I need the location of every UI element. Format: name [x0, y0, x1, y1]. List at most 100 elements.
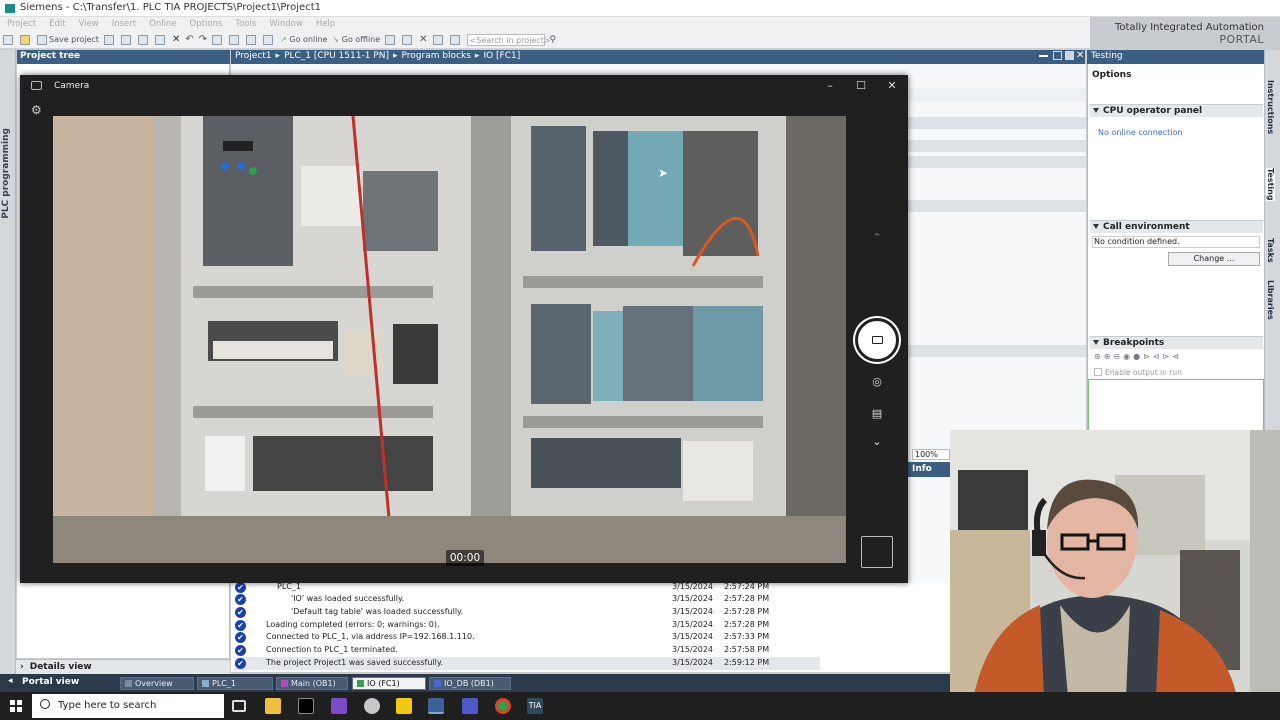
download-button[interactable]	[229, 34, 241, 46]
message-row[interactable]: ✔ Loading completed (errors: 0; warnings:…	[235, 619, 820, 632]
menu-online[interactable]: Online	[149, 19, 176, 29]
libraries-tab[interactable]: Libraries	[1266, 280, 1275, 320]
copy-button[interactable]	[137, 34, 150, 46]
toolbar: Save project ✕ ↶ ↷ ↗ Go online ↘ Go offline ✕ <…	[0, 32, 1090, 49]
call-environment-section[interactable]: Call environment	[1090, 220, 1263, 233]
plc-programming-tab[interactable]: PLC programming	[1, 128, 11, 219]
enable-output-checkbox[interactable]: Enable output in run	[1094, 368, 1182, 377]
task-view-icon[interactable]	[232, 700, 246, 712]
simulation-button[interactable]	[263, 34, 275, 46]
file-explorer-icon[interactable]	[265, 698, 281, 714]
camera-minimize-button[interactable]: –	[818, 78, 842, 94]
close-view-button[interactable]: ✕	[419, 34, 427, 46]
float-editor-button[interactable]	[1053, 51, 1062, 60]
search-in-project-input[interactable]: <Search in project>	[466, 34, 551, 46]
tab-io-fc1[interactable]: IO (FC1)	[352, 677, 426, 690]
message-row-selected[interactable]: ✔ The project Project1 was saved successf…	[235, 657, 820, 670]
ob-block-icon	[281, 680, 288, 687]
save-project-button[interactable]: Save project	[37, 34, 99, 46]
details-view-header[interactable]: › Details view	[16, 659, 230, 674]
download-icon	[229, 34, 240, 45]
photo-mode-icon[interactable]: ◎	[870, 375, 884, 388]
maximize-editor-button[interactable]	[1065, 51, 1074, 60]
chrome-icon[interactable]	[495, 698, 511, 714]
undo-button[interactable]: ↶	[185, 34, 193, 46]
breakpoints-section[interactable]: Breakpoints	[1090, 336, 1263, 349]
mode-up-arrow-icon[interactable]: ⌃	[870, 231, 884, 244]
message-row[interactable]: ✔ 'Default tag table' was loaded successf…	[235, 606, 820, 619]
right-task-tabs: Instructions Testing Tasks Libraries	[1264, 50, 1280, 430]
zoom-level[interactable]: 100%	[912, 449, 950, 460]
tab-overview[interactable]: Overview	[120, 677, 194, 690]
editor-row	[908, 156, 1086, 168]
menu-insert[interactable]: Insert	[112, 19, 136, 29]
info-tab[interactable]: Info	[908, 462, 950, 477]
app-icon[interactable]	[364, 698, 380, 714]
taskbar-search-input[interactable]: Type here to search	[32, 694, 224, 718]
windows-start-button[interactable]	[10, 700, 22, 712]
menu-help[interactable]: Help	[316, 19, 335, 29]
checkbox-icon	[1094, 368, 1102, 376]
redo-button[interactable]: ↷	[199, 34, 207, 46]
accessible-devices-button[interactable]	[385, 34, 397, 46]
tasks-tab[interactable]: Tasks	[1266, 238, 1275, 263]
camera-maximize-button[interactable]: ☐	[849, 78, 873, 94]
breadcrumb-project[interactable]: Project1	[235, 51, 272, 61]
close-editor-icon[interactable]: ✕	[1076, 50, 1084, 61]
new-project-button[interactable]	[3, 34, 15, 46]
cut-button[interactable]	[120, 34, 133, 46]
terminal-icon[interactable]	[298, 698, 314, 714]
compile-button[interactable]	[212, 34, 224, 46]
tia-portal-icon[interactable]: TIA	[527, 698, 543, 714]
message-date: 3/15/2024	[672, 607, 714, 616]
paste-button[interactable]	[154, 34, 167, 46]
window-titlebar: Siemens - C:\Transfer\1. PLC TIA PROJECT…	[0, 0, 1280, 17]
breadcrumb-program-blocks[interactable]: Program blocks	[402, 51, 471, 61]
settings-gear-icon[interactable]: ⚙	[31, 103, 42, 117]
menu-edit[interactable]: Edit	[49, 19, 65, 29]
breadcrumb-plc[interactable]: PLC_1 [CPU 1511-1 PN]	[284, 51, 389, 61]
instructions-tab[interactable]: Instructions	[1266, 80, 1275, 134]
minimize-editor-button[interactable]	[1039, 51, 1048, 57]
message-row[interactable]: ✔ Connection to PLC_1 terminated. 3/15/202…	[235, 644, 820, 657]
tab-plc1[interactable]: PLC_1	[197, 677, 273, 690]
testing-tab[interactable]: Testing	[1266, 168, 1275, 201]
search-go-button[interactable]: ⚲	[550, 34, 557, 46]
upload-button[interactable]	[246, 34, 258, 46]
change-call-environment-button[interactable]: Change ...	[1168, 252, 1260, 266]
mode-down-arrow-icon[interactable]: ⌄	[870, 435, 884, 448]
open-project-button[interactable]	[20, 34, 32, 46]
message-row[interactable]: ✔ 'IO' was loaded successfully. 3/15/2024 2…	[235, 593, 820, 606]
menu-tools[interactable]: Tools	[235, 19, 256, 29]
power-bi-icon[interactable]	[396, 698, 412, 714]
tab-io-db1[interactable]: IO_DB (DB1)	[429, 677, 511, 690]
menu-project[interactable]: Project	[7, 19, 36, 29]
go-online-button[interactable]: ↗ Go online	[280, 34, 327, 46]
mouse-cursor-icon: ➤	[658, 166, 669, 180]
menu-options[interactable]: Options	[190, 19, 223, 29]
tab-main-ob1[interactable]: Main (OB1)	[276, 677, 348, 690]
split-v-button[interactable]	[449, 34, 462, 46]
portal-view-button[interactable]: Portal view	[22, 677, 79, 687]
menu-window[interactable]: Window	[269, 19, 303, 29]
print-button[interactable]	[103, 34, 116, 46]
teams-icon[interactable]	[462, 698, 478, 714]
breadcrumb-io-fc1[interactable]: IO [FC1]	[483, 51, 520, 61]
go-online-icon: ↗	[280, 35, 287, 44]
camera-close-button[interactable]: ✕	[880, 78, 904, 94]
last-capture-thumbnail[interactable]	[861, 536, 893, 568]
presenter-webcam-image	[950, 430, 1280, 720]
breakpoint-list[interactable]	[1088, 379, 1264, 434]
record-video-button[interactable]	[855, 318, 899, 362]
go-offline-button[interactable]: ↘ Go offline	[332, 34, 380, 46]
cpu-operator-panel-section[interactable]: CPU operator panel	[1090, 104, 1263, 117]
menu-view[interactable]: View	[79, 19, 99, 29]
breakpoint-toolbar[interactable]: ⊛⊕⊖◉●⊳⊲⊳⊲	[1094, 352, 1234, 362]
message-row[interactable]: ✔ Connected to PLC_1, via address IP=192.…	[235, 631, 820, 644]
document-mode-icon[interactable]: ▤	[870, 407, 884, 420]
camera-taskbar-icon[interactable]	[428, 698, 444, 714]
visual-studio-icon[interactable]	[331, 698, 347, 714]
split-h-button[interactable]	[432, 34, 445, 46]
delete-button[interactable]: ✕	[172, 34, 180, 46]
stop-cpu-button[interactable]	[402, 34, 414, 46]
